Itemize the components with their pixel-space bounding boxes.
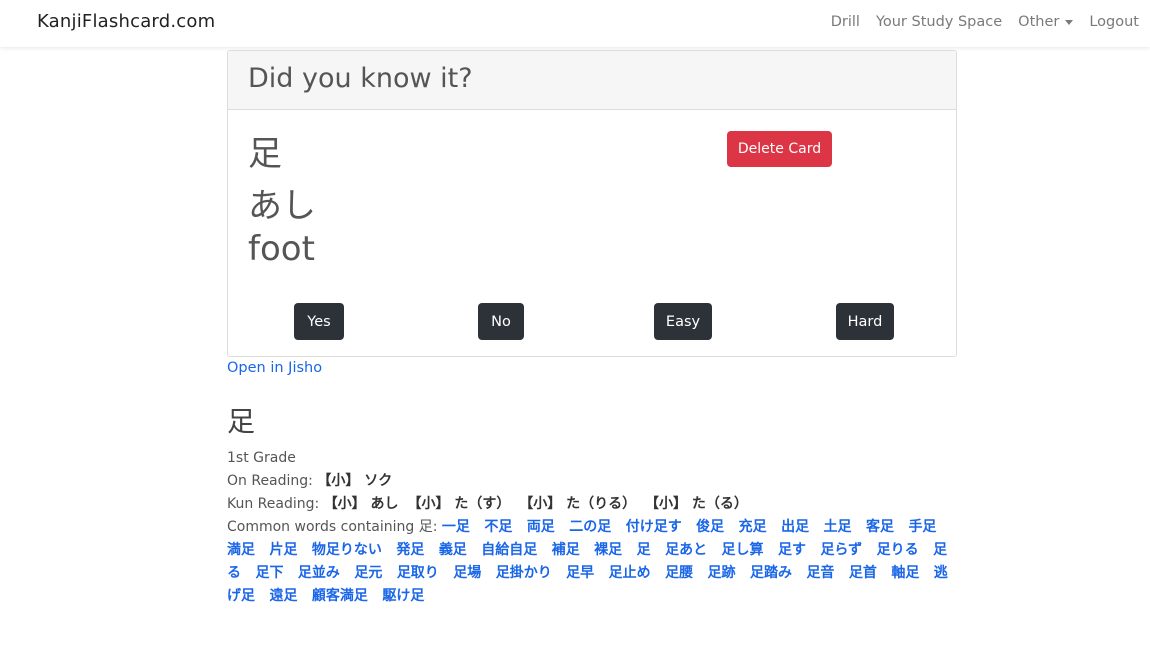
- nav-logout[interactable]: Logout: [1089, 14, 1139, 30]
- common-word-link[interactable]: 不足: [484, 519, 512, 535]
- brand-link[interactable]: KanjiFlashcard.com: [37, 11, 215, 32]
- common-word-link[interactable]: 補足: [552, 542, 580, 558]
- common-word-link[interactable]: 義足: [439, 542, 467, 558]
- common-word-link[interactable]: 足下: [255, 565, 283, 581]
- common-word-link[interactable]: 土足: [824, 519, 852, 535]
- common-word-link[interactable]: 満足: [227, 542, 255, 558]
- common-word-link[interactable]: 物足りない: [312, 542, 382, 558]
- kanji-heading: 足: [227, 405, 256, 438]
- card-header: Did you know it?: [228, 51, 956, 110]
- kun-reading-line: Kun Reading: 【小】 あし 【小】 た（す） 【小】 た（りる） 【…: [227, 493, 957, 516]
- card-front-kanji: 足: [248, 134, 282, 174]
- navbar: KanjiFlashcard.com Drill Your Study Spac…: [0, 0, 1150, 47]
- kun-reading-value: 【小】 た（す）: [407, 496, 511, 512]
- kanji-info: 1st Grade On Reading: 【小】 ソク Kun Reading…: [227, 447, 957, 608]
- common-word-link[interactable]: 手足: [908, 519, 936, 535]
- card-title: Did you know it?: [248, 63, 473, 94]
- card-reading: あし: [248, 186, 316, 226]
- kun-reading-value: 【小】 あし: [323, 496, 399, 512]
- kun-reading-value: 【小】 た（りる）: [519, 496, 637, 512]
- common-word-link[interactable]: 自給自足: [481, 542, 537, 558]
- common-word-link[interactable]: 足掛かり: [496, 565, 552, 581]
- common-word-link[interactable]: 足踏み: [750, 565, 792, 581]
- common-word-link[interactable]: 二の足: [569, 519, 611, 535]
- on-reading-label: On Reading:: [227, 473, 313, 489]
- common-word-link[interactable]: 足腰: [665, 565, 693, 581]
- common-words-label: Common words containing 足:: [227, 519, 438, 535]
- common-word-link[interactable]: 足首: [849, 565, 877, 581]
- common-word-link[interactable]: 遠足: [269, 588, 297, 604]
- grade-line: 1st Grade: [227, 450, 296, 466]
- common-word-link[interactable]: 発足: [396, 542, 424, 558]
- yes-button[interactable]: Yes: [294, 303, 344, 340]
- flashcard: Did you know it? 足 あし foot Delete Card Y…: [227, 50, 957, 357]
- common-word-link[interactable]: 足早: [566, 565, 594, 581]
- common-word-link[interactable]: 足らず: [820, 542, 862, 558]
- common-word-link[interactable]: 足し算: [722, 542, 764, 558]
- common-word-link[interactable]: 足す: [778, 542, 806, 558]
- on-reading-line: On Reading: 【小】 ソク: [227, 470, 957, 493]
- nav-study-space[interactable]: Your Study Space: [876, 14, 1002, 30]
- common-words-block: Common words containing 足: 一足 不足 両足 二の足 …: [227, 516, 957, 608]
- common-word-link[interactable]: 軸足: [891, 565, 919, 581]
- common-word-link[interactable]: 両足: [527, 519, 555, 535]
- on-reading-value: 【小】 ソク: [317, 473, 393, 489]
- common-word-link[interactable]: 足りる: [877, 542, 919, 558]
- open-in-jisho-link[interactable]: Open in Jisho: [227, 360, 322, 376]
- common-word-link[interactable]: 付け足す: [626, 519, 682, 535]
- common-word-link[interactable]: 足跡: [708, 565, 736, 581]
- hard-button[interactable]: Hard: [836, 303, 894, 340]
- chevron-down-icon: [1065, 20, 1074, 25]
- easy-button[interactable]: Easy: [654, 303, 712, 340]
- common-word-link[interactable]: 足止め: [609, 565, 651, 581]
- card-meaning: foot: [248, 229, 315, 269]
- common-word-link[interactable]: 足あと: [665, 542, 707, 558]
- kun-reading-label: Kun Reading:: [227, 496, 320, 512]
- common-word-link[interactable]: 裸足: [594, 542, 622, 558]
- common-word-link[interactable]: 客足: [866, 519, 894, 535]
- common-word-link[interactable]: 充足: [739, 519, 767, 535]
- nav-other-label: Other: [1018, 14, 1060, 30]
- common-word-link[interactable]: 足元: [354, 565, 382, 581]
- common-word-link[interactable]: 出足: [781, 519, 809, 535]
- common-word-link[interactable]: 足並み: [298, 565, 340, 581]
- common-word-link[interactable]: 片足: [269, 542, 297, 558]
- kun-reading-value: 【小】 た（る）: [645, 496, 748, 512]
- common-word-link[interactable]: 足取り: [397, 565, 439, 581]
- common-word-link[interactable]: 足場: [453, 565, 481, 581]
- common-word-link[interactable]: 一足: [442, 519, 470, 535]
- no-button[interactable]: No: [478, 303, 524, 340]
- common-word-link[interactable]: 俊足: [696, 519, 724, 535]
- delete-card-button[interactable]: Delete Card: [727, 131, 832, 167]
- common-word-link[interactable]: 足音: [806, 565, 834, 581]
- nav-drill[interactable]: Drill: [831, 14, 860, 30]
- common-word-link[interactable]: 足: [637, 542, 651, 558]
- nav-other-dropdown[interactable]: Other: [1018, 14, 1074, 30]
- common-word-link[interactable]: 駆け足: [382, 588, 424, 604]
- nav-links: Drill Your Study Space Other Logout: [831, 14, 1139, 30]
- common-word-link[interactable]: 顧客満足: [312, 588, 368, 604]
